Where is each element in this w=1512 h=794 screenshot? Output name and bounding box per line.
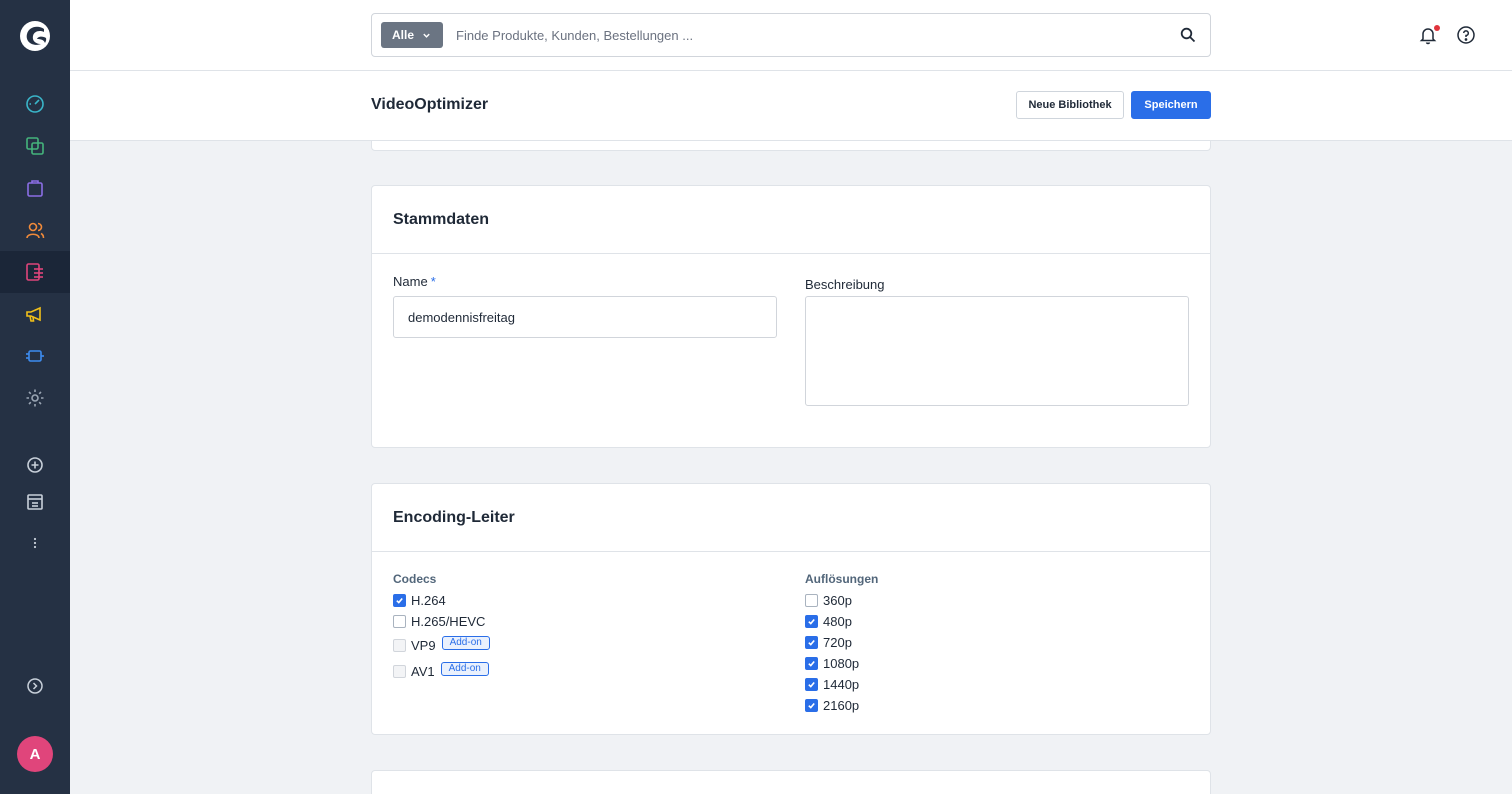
resolutions-label: Auflösungen bbox=[805, 572, 879, 586]
resolution-checkbox-2160p[interactable]: 2160p bbox=[805, 697, 859, 713]
more-vertical-icon bbox=[33, 537, 37, 549]
checkbox[interactable] bbox=[805, 635, 818, 649]
orders-icon bbox=[27, 180, 43, 197]
plus-circle-icon bbox=[27, 457, 43, 473]
check-icon bbox=[396, 597, 403, 604]
sidebar-item-more[interactable] bbox=[0, 522, 70, 564]
shopware-logo[interactable] bbox=[19, 20, 51, 52]
checkbox[interactable] bbox=[805, 698, 818, 712]
encoding-ladder-card: Encoding-Leiter Codecs H.264 H.265/HEVC … bbox=[371, 483, 1211, 735]
sidebar-item-add[interactable] bbox=[0, 444, 70, 486]
storefront-icon bbox=[27, 494, 43, 510]
required-marker: * bbox=[430, 274, 436, 289]
chevron-right-circle-icon bbox=[27, 678, 43, 694]
resolution-label: 360p bbox=[823, 592, 852, 608]
codec-label: H.265/HEVC bbox=[411, 613, 486, 629]
sidebar-item-settings[interactable] bbox=[0, 377, 70, 419]
checkbox[interactable] bbox=[805, 656, 818, 670]
codec-label: VP9 bbox=[411, 637, 436, 653]
checkbox[interactable] bbox=[805, 614, 818, 628]
addon-badge: Add-on bbox=[441, 636, 490, 650]
global-search: Alle Finde Produkte, Kunden, Bestellunge… bbox=[371, 13, 1211, 57]
card-header: Stammdaten bbox=[372, 186, 1210, 254]
description-field[interactable] bbox=[805, 296, 1189, 406]
top-header: Alle Finde Produkte, Kunden, Bestellunge… bbox=[70, 0, 1512, 71]
name-field[interactable]: demodennisfreitag bbox=[393, 296, 777, 338]
search-type-label: Alle bbox=[392, 28, 415, 42]
description-field-label: Beschreibung bbox=[805, 277, 885, 292]
page-title: VideoOptimizer bbox=[371, 96, 489, 113]
sidebar-item-extensions[interactable] bbox=[0, 335, 70, 377]
sidebar-collapse-button[interactable] bbox=[0, 665, 70, 707]
settings-icon bbox=[26, 389, 44, 407]
admin-sidebar: A bbox=[0, 0, 70, 794]
help-icon[interactable] bbox=[1456, 25, 1476, 45]
check-icon bbox=[808, 639, 815, 646]
search-type-dropdown[interactable]: Alle bbox=[381, 22, 444, 48]
check-icon bbox=[808, 660, 815, 667]
card-title: Stammdaten bbox=[393, 210, 490, 228]
resolution-checkbox-1080p[interactable]: 1080p bbox=[805, 655, 859, 671]
resolution-checkbox-720p[interactable]: 720p bbox=[805, 634, 852, 650]
sidebar-item-customers[interactable] bbox=[0, 209, 70, 251]
resolution-label: 720p bbox=[823, 634, 852, 650]
sidebar-item-catalog[interactable] bbox=[0, 125, 70, 167]
card-title: Encoding-Leiter bbox=[393, 508, 515, 526]
new-library-button[interactable]: Neue Bibliothek bbox=[1016, 91, 1124, 119]
checkbox[interactable] bbox=[393, 593, 406, 607]
checkbox bbox=[393, 664, 406, 678]
resolution-label: 480p bbox=[823, 613, 852, 629]
resolution-checkbox-480p[interactable]: 480p bbox=[805, 613, 852, 629]
sidebar-item-sales-channel[interactable] bbox=[0, 481, 70, 523]
codec-checkbox-h264[interactable]: H.264 bbox=[393, 592, 446, 608]
avatar[interactable]: A bbox=[17, 736, 53, 772]
content-icon bbox=[26, 263, 43, 281]
name-field-label: Name * bbox=[393, 274, 436, 289]
dashboard-icon bbox=[26, 95, 44, 113]
notification-badge bbox=[1434, 25, 1440, 31]
codec-checkbox-vp9: VP9 Add-on bbox=[393, 636, 490, 653]
sidebar-item-marketing[interactable] bbox=[0, 293, 70, 335]
sidebar-item-content[interactable] bbox=[0, 251, 70, 293]
codecs-label: Codecs bbox=[393, 572, 437, 586]
next-card bbox=[371, 770, 1211, 794]
sidebar-item-orders[interactable] bbox=[0, 167, 70, 209]
codec-checkbox-av1: AV1 Add-on bbox=[393, 662, 489, 679]
save-button[interactable]: Speichern bbox=[1131, 91, 1211, 119]
card-header: Encoding-Leiter bbox=[372, 484, 1210, 552]
addon-badge: Add-on bbox=[440, 662, 489, 676]
catalog-icon bbox=[26, 137, 44, 155]
stammdaten-card: Stammdaten Name * demodennisfreitag Besch… bbox=[371, 185, 1211, 448]
marketing-icon bbox=[26, 306, 41, 322]
checkbox[interactable] bbox=[805, 593, 818, 607]
search-icon[interactable] bbox=[1180, 27, 1196, 43]
extensions-icon bbox=[26, 350, 44, 362]
name-label-text: Name bbox=[393, 274, 428, 289]
codec-label: AV1 bbox=[411, 663, 435, 679]
resolution-label: 2160p bbox=[823, 697, 860, 713]
check-icon bbox=[808, 618, 815, 625]
check-icon bbox=[808, 702, 815, 709]
resolution-label: 1440p bbox=[823, 676, 860, 692]
search-input[interactable]: Finde Produkte, Kunden, Bestellungen ... bbox=[456, 28, 1180, 43]
resolution-checkbox-1440p[interactable]: 1440p bbox=[805, 676, 859, 692]
sidebar-item-dashboard[interactable] bbox=[0, 83, 70, 125]
codec-label: H.264 bbox=[411, 592, 446, 608]
check-icon bbox=[808, 681, 815, 688]
codec-checkbox-h265[interactable]: H.265/HEVC bbox=[393, 613, 485, 629]
smart-bar: VideoOptimizer Neue Bibliothek Speichern bbox=[70, 71, 1512, 141]
resolution-checkbox-360p[interactable]: 360p bbox=[805, 592, 852, 608]
checkbox[interactable] bbox=[805, 677, 818, 691]
checkbox bbox=[393, 638, 406, 652]
checkbox[interactable] bbox=[393, 614, 406, 628]
main-content[interactable]: Stammdaten Name * demodennisfreitag Besch… bbox=[70, 141, 1512, 794]
previous-card bbox=[371, 141, 1211, 151]
customers-icon bbox=[26, 222, 45, 239]
chevron-down-icon bbox=[423, 33, 430, 38]
resolution-label: 1080p bbox=[823, 655, 860, 671]
